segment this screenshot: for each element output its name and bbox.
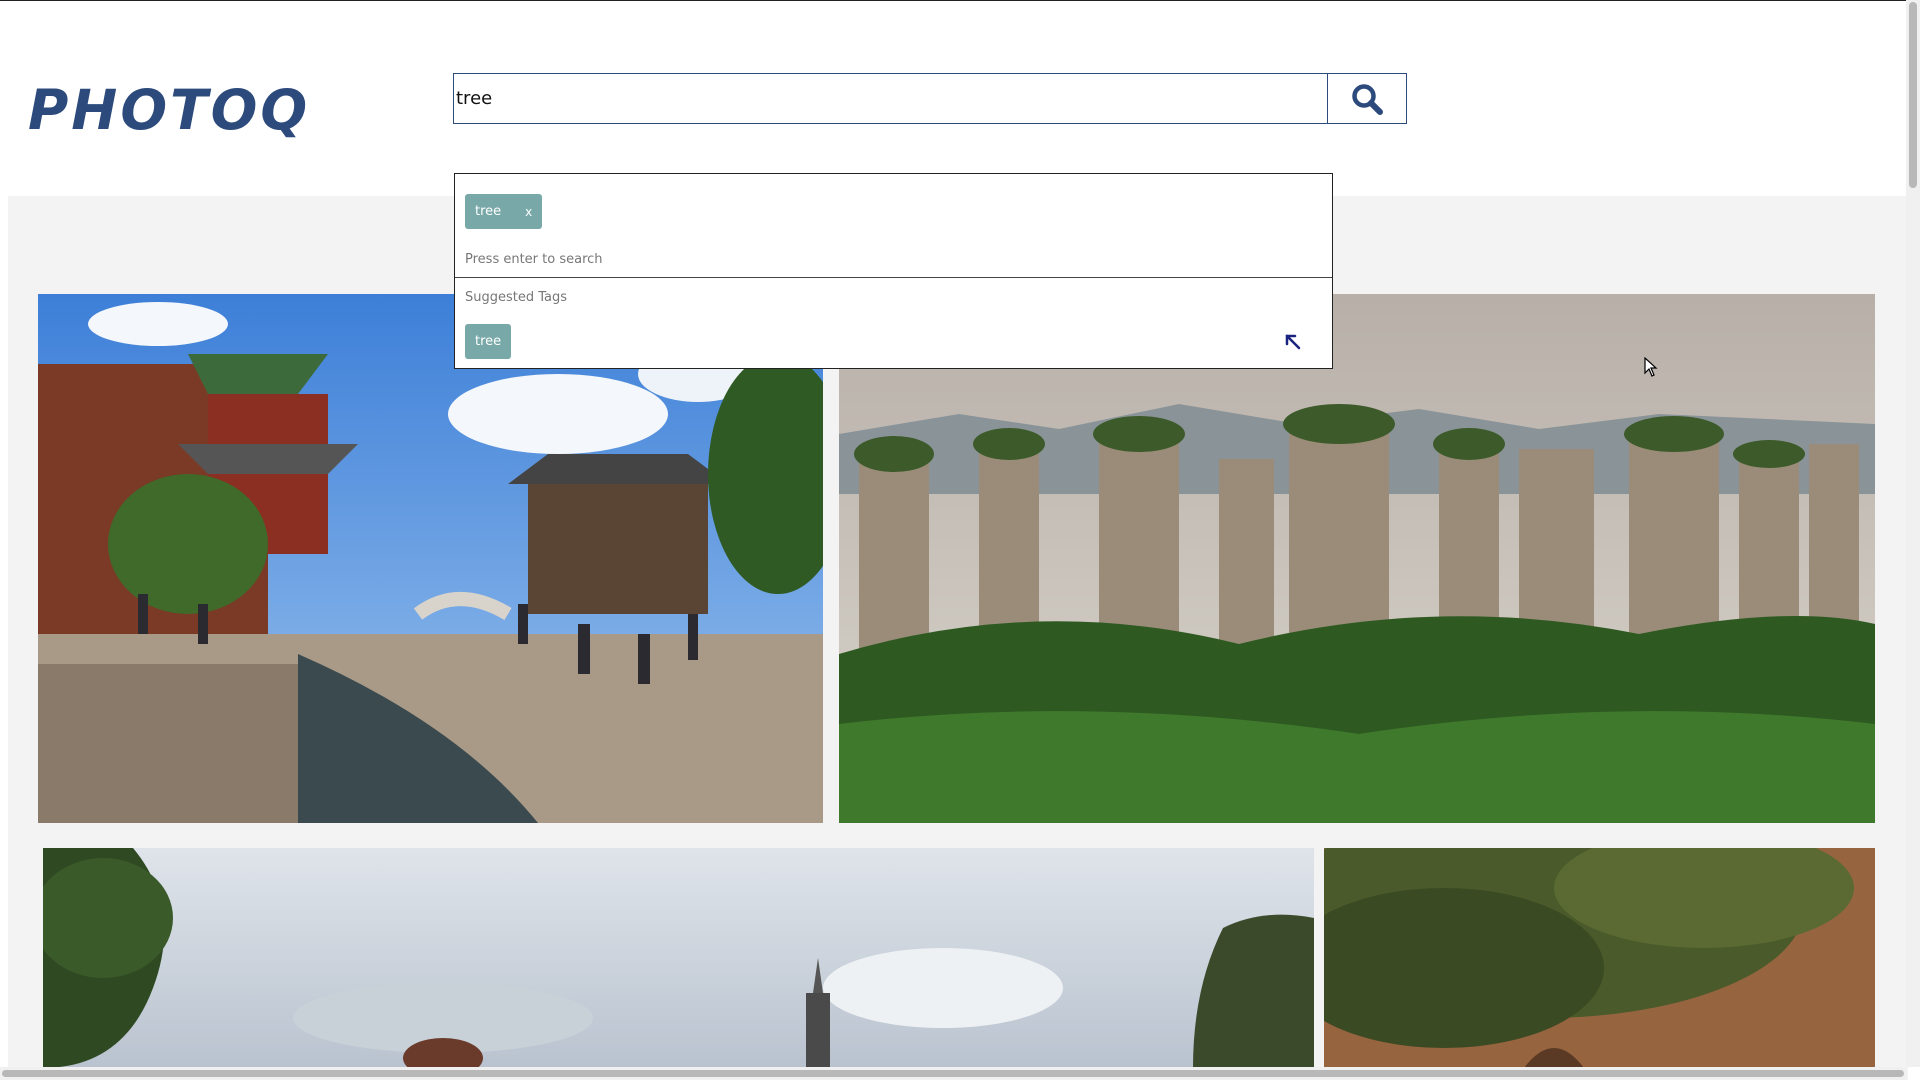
horizontal-scrollbar[interactable] [0,1067,1906,1080]
dropdown-divider [455,277,1332,278]
karst-pillars-forest-photo[interactable] [839,294,1875,823]
selected-tags: tree x [465,194,543,229]
search-input[interactable] [454,74,1327,123]
selected-tag-label: tree [475,204,502,219]
arrow-up-left-icon[interactable] [1283,332,1303,352]
search-hint: Press enter to search [465,252,603,267]
search-button[interactable] [1327,74,1406,123]
search-icon [1352,83,1383,115]
horizontal-scrollbar-thumb[interactable] [2,1070,1904,1077]
mouse-cursor-icon [1644,357,1658,377]
window-top-border [0,0,1920,1]
app-logo[interactable]: PHOTOQ [28,78,310,142]
vertical-scrollbar-thumb[interactable] [1909,2,1917,188]
suggested-tags-heading: Suggested Tags [465,290,568,305]
cloudy-sky-tower-photo[interactable] [43,848,1314,1068]
pine-tree-cliff-photo[interactable] [1324,848,1875,1068]
old-town-canal-photo[interactable] [38,294,823,823]
search-bar [453,73,1407,124]
vertical-scrollbar[interactable] [1906,0,1920,1067]
remove-tag-button[interactable]: x [525,205,532,219]
tag-suggestions-dropdown: tree x Press enter to search Suggested T… [454,173,1333,369]
suggested-tag-chip[interactable]: tree [465,324,512,359]
selected-tag-chip: tree x [465,194,543,229]
